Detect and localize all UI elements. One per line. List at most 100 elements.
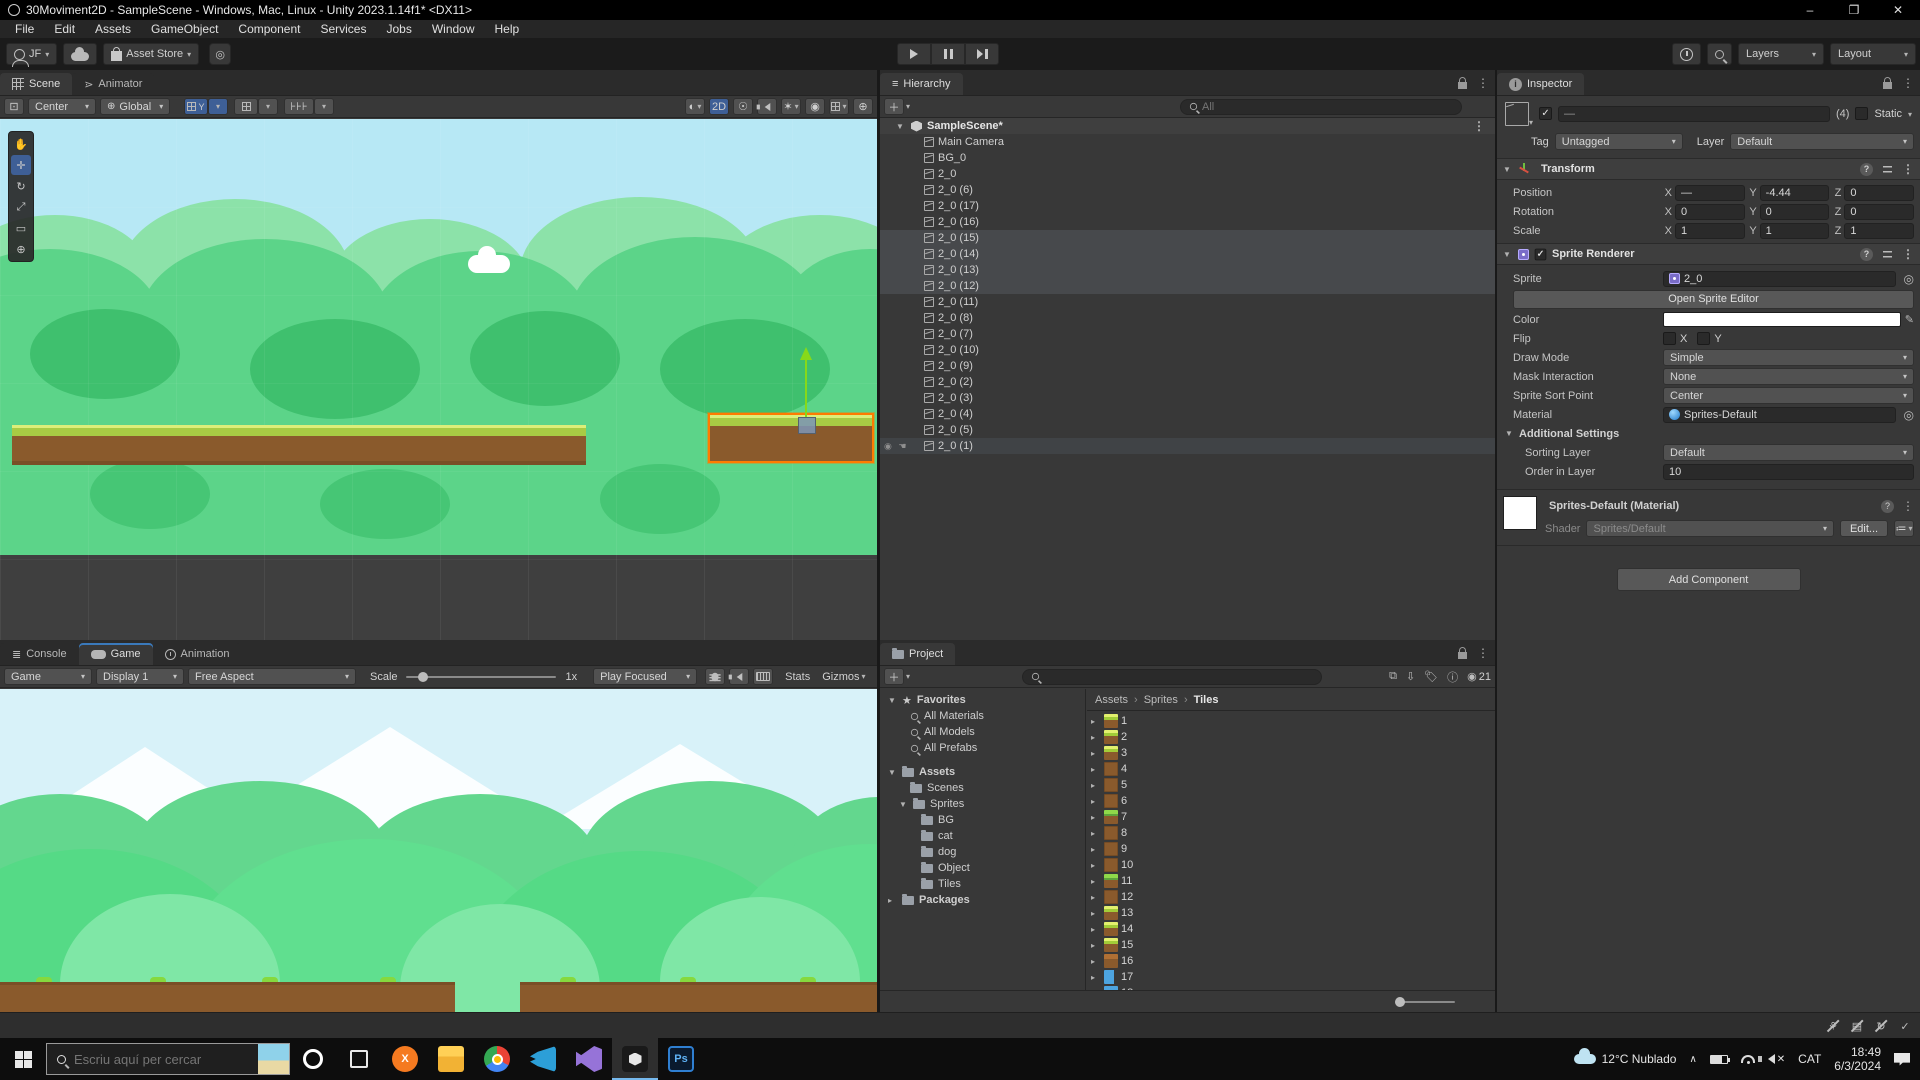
y-input[interactable]: 1 — [1759, 222, 1830, 239]
tool-handle-position-dropdown[interactable]: Center — [28, 98, 96, 115]
snap-increment-button[interactable] — [234, 98, 258, 115]
camera-view-dropdown[interactable]: ◐ ▾ — [685, 98, 705, 115]
layout-dropdown[interactable]: Layout ▾ — [1830, 43, 1916, 65]
active-checkbox[interactable]: ✓ — [1539, 107, 1553, 120]
expand-icon[interactable]: ▸ — [1091, 909, 1101, 918]
name-field[interactable]: — — [1558, 106, 1831, 122]
collab-disabled-icon[interactable]: ▤ — [1848, 1017, 1866, 1035]
expand-icon[interactable]: ▸ — [1091, 877, 1101, 886]
tile-asset-row[interactable]: ▸ 17 — [1087, 969, 1495, 985]
debug-button[interactable] — [705, 668, 726, 685]
taskbar-search-input[interactable] — [74, 1051, 250, 1067]
add-component-button[interactable]: Add Component — [1616, 568, 1801, 591]
tag-dropdown[interactable]: Untagged — [1554, 133, 1683, 150]
task-view-button[interactable] — [336, 1038, 382, 1080]
ground-platform[interactable] — [12, 425, 586, 465]
sprite-object-field[interactable]: 2_0 — [1663, 270, 1896, 287]
expand-icon[interactable]: ▸ — [1091, 941, 1101, 950]
lock-icon[interactable] — [1883, 76, 1892, 89]
tile-asset-row[interactable]: ▸ 2 — [1087, 729, 1495, 745]
display-dropdown[interactable]: Display 1 — [96, 668, 184, 685]
menu-item[interactable]: Component — [229, 21, 309, 37]
hierarchy-item[interactable]: 2_0 (1) — [880, 438, 1495, 454]
static-dropdown[interactable]: ▾ — [1908, 110, 1912, 119]
taskbar-app-visualstudio[interactable] — [566, 1038, 612, 1080]
scale-slider[interactable] — [405, 671, 556, 682]
x-input[interactable]: 0 — [1675, 203, 1745, 220]
component-tools-button[interactable]: ⊕ — [853, 98, 873, 115]
tab-scene[interactable]: Scene — [0, 73, 73, 95]
foldout-icon[interactable]: ▼ — [888, 768, 897, 777]
hierarchy-item[interactable]: 2_0 (9) — [880, 358, 1495, 374]
step-button[interactable] — [965, 43, 999, 65]
tab-game[interactable]: Game — [78, 643, 153, 665]
tile-asset-row[interactable]: ▸ 16 — [1087, 953, 1495, 969]
mask-interaction-dropdown[interactable]: None — [1663, 368, 1914, 385]
component-menu-icon[interactable]: ⋮ — [1902, 247, 1914, 261]
scene-viewport[interactable]: ✋ ✛ ↻ ⤢ ▭ ⊕ — [0, 119, 877, 642]
favorite-item[interactable]: All Prefabs — [880, 740, 1085, 756]
create-asset-button[interactable]: ＋ — [884, 668, 904, 685]
foldout-icon[interactable]: ▼ — [888, 696, 897, 705]
hierarchy-item[interactable]: 2_0 (6) — [880, 182, 1495, 198]
wifi-icon[interactable] — [1740, 1055, 1755, 1064]
menu-item[interactable]: Help — [486, 21, 529, 37]
presets-icon[interactable] — [1881, 248, 1894, 260]
scale-tool[interactable]: ⤢ — [11, 197, 31, 217]
selection-pivot-gizmo[interactable] — [798, 417, 816, 434]
tab-console[interactable]: ≣ Console — [0, 643, 79, 665]
scene-visibility-toggle[interactable]: ◉ — [805, 98, 825, 115]
hierarchy-item[interactable]: 2_0 (13) — [880, 262, 1495, 278]
hierarchy-item[interactable]: 2_0 — [880, 166, 1495, 182]
import-icon[interactable]: ⇩ — [1406, 670, 1415, 683]
thumbnail-size-knob[interactable] — [1395, 997, 1405, 1007]
expand-icon[interactable]: ▸ — [1091, 813, 1101, 822]
refresh-disabled-icon[interactable]: ↻ — [1872, 1017, 1890, 1035]
account-button[interactable]: JF ▾ — [6, 43, 58, 67]
hierarchy-item[interactable]: 2_0 (14) — [880, 246, 1495, 262]
tab-hierarchy[interactable]: ≡ Hierarchy — [880, 73, 963, 95]
hierarchy-item[interactable]: 2_0 (11) — [880, 294, 1495, 310]
packages-row[interactable]: ▸ Packages — [880, 892, 1085, 908]
foldout-icon[interactable]: ▼ — [1505, 429, 1515, 438]
tile-asset-row[interactable]: ▸ 13 — [1087, 905, 1495, 921]
hierarchy-search[interactable] — [1180, 98, 1462, 115]
project-search-input[interactable] — [1044, 670, 1313, 683]
measure-tool-dropdown[interactable]: ▾ — [314, 98, 334, 115]
material-list-dropdown[interactable]: ≔ ▾ — [1894, 520, 1914, 537]
keyboard-language[interactable]: CAT — [1798, 1052, 1821, 1066]
eyedropper-icon[interactable]: ✎ — [1905, 313, 1914, 326]
scene-audio-toggle[interactable] — [756, 98, 777, 115]
foldout-icon[interactable]: ▼ — [899, 800, 908, 809]
hierarchy-item[interactable]: 2_0 (3) — [880, 390, 1495, 406]
tool-handle-rotation-dropdown[interactable]: ⊕ Global — [100, 98, 170, 115]
tile-asset-row[interactable]: ▸ 7 — [1087, 809, 1495, 825]
breadcrumb-assets[interactable]: Assets — [1095, 694, 1128, 706]
sprite-folder-row[interactable]: cat — [880, 828, 1085, 844]
game-mode-dropdown[interactable]: Game — [4, 668, 92, 685]
layer-dropdown[interactable]: Default — [1730, 133, 1914, 150]
progress-ok-icon[interactable]: ✓ — [1896, 1017, 1914, 1035]
measure-tool-button[interactable]: ⊦⊦⊦ — [284, 98, 314, 115]
gizmos-dropdown[interactable]: Gizmos ▾ — [822, 671, 865, 683]
vsync-button[interactable] — [753, 668, 774, 685]
y-axis-move-handle[interactable] — [800, 347, 812, 417]
hierarchy-item[interactable]: BG_0 — [880, 150, 1495, 166]
tile-asset-row[interactable]: ▸ 10 — [1087, 857, 1495, 873]
search-button[interactable] — [1707, 43, 1732, 65]
tile-asset-row[interactable]: ▸ 1 — [1087, 713, 1495, 729]
y-input[interactable]: 0 — [1759, 203, 1830, 220]
sprite-folder-row[interactable]: dog — [880, 844, 1085, 860]
tray-expand-icon[interactable]: ∧ — [1689, 1054, 1696, 1065]
taskbar-app-unity[interactable] — [612, 1038, 658, 1080]
sorting-layer-dropdown[interactable]: Default — [1663, 444, 1914, 461]
sprite-renderer-header[interactable]: ▼ ✓ Sprite Renderer ? ⋮ — [1497, 243, 1920, 265]
hierarchy-item[interactable]: 2_0 (16) — [880, 214, 1495, 230]
tab-inspector[interactable]: i Inspector — [1497, 73, 1585, 95]
tile-asset-row[interactable]: ▸ 4 — [1087, 761, 1495, 777]
tile-asset-row[interactable]: ▸ 9 — [1087, 841, 1495, 857]
help-icon[interactable]: ? — [1881, 499, 1894, 513]
selected-platform[interactable] — [708, 413, 874, 463]
taskbar-app-explorer[interactable] — [428, 1038, 474, 1080]
help-icon[interactable]: ? — [1860, 247, 1873, 261]
